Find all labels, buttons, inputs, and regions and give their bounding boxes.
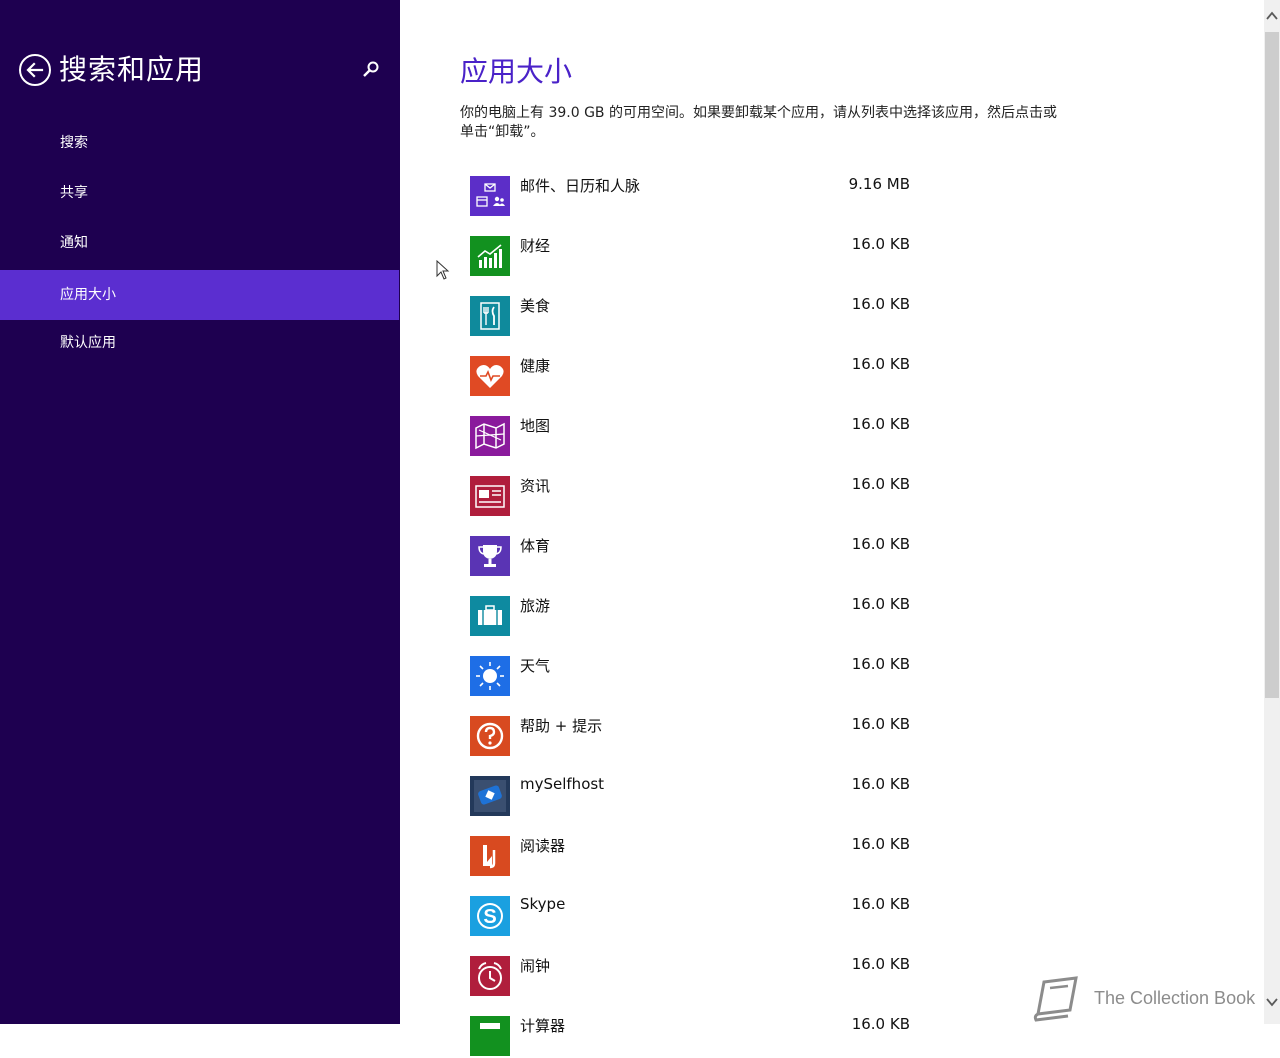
sidebar-item-label: 默认应用: [60, 335, 116, 351]
app-list-item[interactable]: 邮件、日历和人脉 9.16 MB: [470, 175, 910, 218]
sidebar-item-notifications[interactable]: 通知: [0, 218, 399, 268]
app-size: 16.0 KB: [851, 835, 910, 853]
app-name: mySelfhost: [520, 775, 605, 793]
sidebar-item-label: 搜索: [60, 135, 88, 151]
book-icon: [1033, 976, 1078, 1022]
weather-icon: [470, 656, 510, 696]
app-list-item[interactable]: 闹钟 16.0 KB: [470, 955, 910, 998]
app-size: 16.0 KB: [851, 775, 910, 793]
travel-icon: [470, 596, 510, 636]
app-name: 邮件、日历和人脉: [520, 177, 641, 195]
app-list-item[interactable]: 地图 16.0 KB: [470, 415, 910, 458]
main-panel: 应用大小 你的电脑上有 39.0 GB 的可用空间。如果要卸载某个应用，请从列表…: [400, 0, 1264, 1056]
app-name: 美食: [520, 297, 551, 315]
scroll-thumb[interactable]: [1265, 32, 1279, 698]
sidebar-item-label: 共享: [60, 185, 88, 201]
sidebar-item-label: 通知: [60, 235, 88, 251]
mail-calendar-people-icon: [470, 176, 510, 216]
app-size: 16.0 KB: [851, 235, 910, 253]
app-name: 健康: [520, 357, 551, 375]
sidebar-item-default-apps[interactable]: 默认应用: [0, 318, 399, 368]
sidebar-title: 搜索和应用: [59, 53, 205, 86]
skype-icon: S: [470, 896, 510, 936]
myselfhost-icon: [470, 776, 510, 816]
app-name: 阅读器: [520, 837, 566, 855]
sidebar-item-label: 应用大小: [60, 287, 116, 303]
back-arrow-icon: [26, 62, 44, 78]
reader-icon: [470, 836, 510, 876]
page-title: 应用大小: [460, 55, 573, 88]
app-size: 16.0 KB: [851, 415, 910, 433]
app-name: 体育: [520, 537, 551, 555]
sidebar: 搜索和应用 搜索 共享 通知 应用大小 默认应用: [0, 0, 400, 1024]
app-list-item[interactable]: 财经 16.0 KB: [470, 235, 910, 278]
food-icon: [470, 296, 510, 336]
app-list-item[interactable]: 资讯 16.0 KB: [470, 475, 910, 518]
storage-description: 你的电脑上有 39.0 GB 的可用空间。如果要卸载某个应用，请从列表中选择该应…: [460, 105, 1057, 140]
app-list-item[interactable]: 计算器 16.0 KB: [470, 1015, 910, 1058]
app-list-item[interactable]: 天气 16.0 KB: [470, 655, 910, 698]
vertical-scrollbar[interactable]: [1264, 0, 1280, 1024]
app-list-item[interactable]: mySelfhost 16.0 KB: [470, 775, 910, 818]
app-size: 16.0 KB: [851, 715, 910, 733]
app-name: 闹钟: [520, 957, 551, 975]
app-list-item[interactable]: 阅读器 16.0 KB: [470, 835, 910, 878]
app-name: 帮助 + 提示: [520, 717, 603, 735]
svg-text:S: S: [483, 906, 496, 928]
sidebar-item-search[interactable]: 搜索: [0, 118, 399, 168]
app-size: 16.0 KB: [851, 475, 910, 493]
app-size: 16.0 KB: [851, 1015, 910, 1033]
app-name: 资讯: [520, 477, 551, 495]
watermark-text: The Collection Book: [1094, 988, 1256, 1008]
app-name: 地图: [520, 417, 551, 435]
watermark: The Collection Book: [1030, 976, 1270, 1022]
app-list-item[interactable]: 健康 16.0 KB: [470, 355, 910, 398]
maps-icon: [470, 416, 510, 456]
health-icon: [470, 356, 510, 396]
scroll-up-icon[interactable]: [1266, 10, 1278, 22]
app-list-item[interactable]: 美食 16.0 KB: [470, 295, 910, 338]
app-size: 16.0 KB: [851, 895, 910, 913]
app-size: 16.0 KB: [851, 595, 910, 613]
app-size: 16.0 KB: [851, 535, 910, 553]
app-name: 财经: [520, 237, 551, 255]
news-icon: [470, 476, 510, 516]
app-size: 16.0 KB: [851, 295, 910, 313]
app-name: 计算器: [520, 1017, 566, 1035]
app-list-item[interactable]: S Skype 16.0 KB: [470, 895, 910, 938]
app-list-item[interactable]: 体育 16.0 KB: [470, 535, 910, 578]
app-size: 9.16 MB: [848, 175, 910, 193]
calculator-icon: [470, 1016, 510, 1056]
sidebar-item-share[interactable]: 共享: [0, 168, 399, 218]
back-button[interactable]: [19, 54, 51, 86]
search-icon[interactable]: [362, 60, 380, 78]
sports-icon: [470, 536, 510, 576]
sidebar-item-app-sizes[interactable]: 应用大小: [0, 270, 399, 320]
app-size: 16.0 KB: [851, 955, 910, 973]
finance-icon: [470, 236, 510, 276]
alarm-icon: [470, 956, 510, 996]
app-name: 旅游: [520, 597, 551, 615]
app-size: 16.0 KB: [851, 655, 910, 673]
app-name: Skype: [520, 895, 566, 913]
app-name: 天气: [520, 657, 551, 675]
help-tips-icon: [470, 716, 510, 756]
mouse-cursor-icon: [436, 260, 450, 280]
app-list-item[interactable]: 帮助 + 提示 16.0 KB: [470, 715, 910, 758]
app-size: 16.0 KB: [851, 355, 910, 373]
app-list-item[interactable]: 旅游 16.0 KB: [470, 595, 910, 638]
